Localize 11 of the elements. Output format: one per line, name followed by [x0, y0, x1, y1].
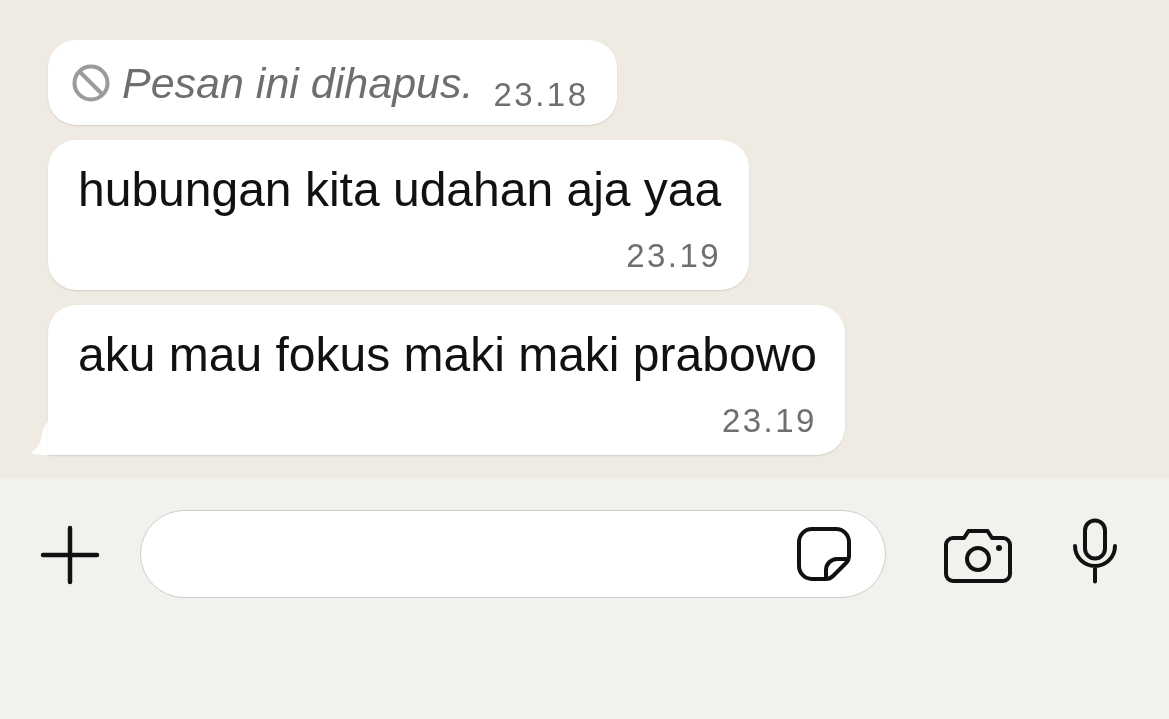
message-time: 23.18 [493, 75, 589, 115]
message-text: hubungan kita udahan aja yaa [78, 162, 722, 218]
prohibited-icon [72, 64, 110, 102]
sticker-icon[interactable] [796, 526, 852, 582]
message-text: aku mau fokus maki maki prabowo [78, 327, 817, 383]
camera-icon[interactable] [943, 526, 1013, 584]
message-time: 23.19 [721, 401, 817, 441]
microphone-icon[interactable] [1071, 518, 1119, 584]
deleted-message-text: Pesan ini dihapus. [122, 58, 474, 109]
plus-icon[interactable] [40, 525, 100, 585]
message-time: 23.19 [626, 236, 722, 276]
